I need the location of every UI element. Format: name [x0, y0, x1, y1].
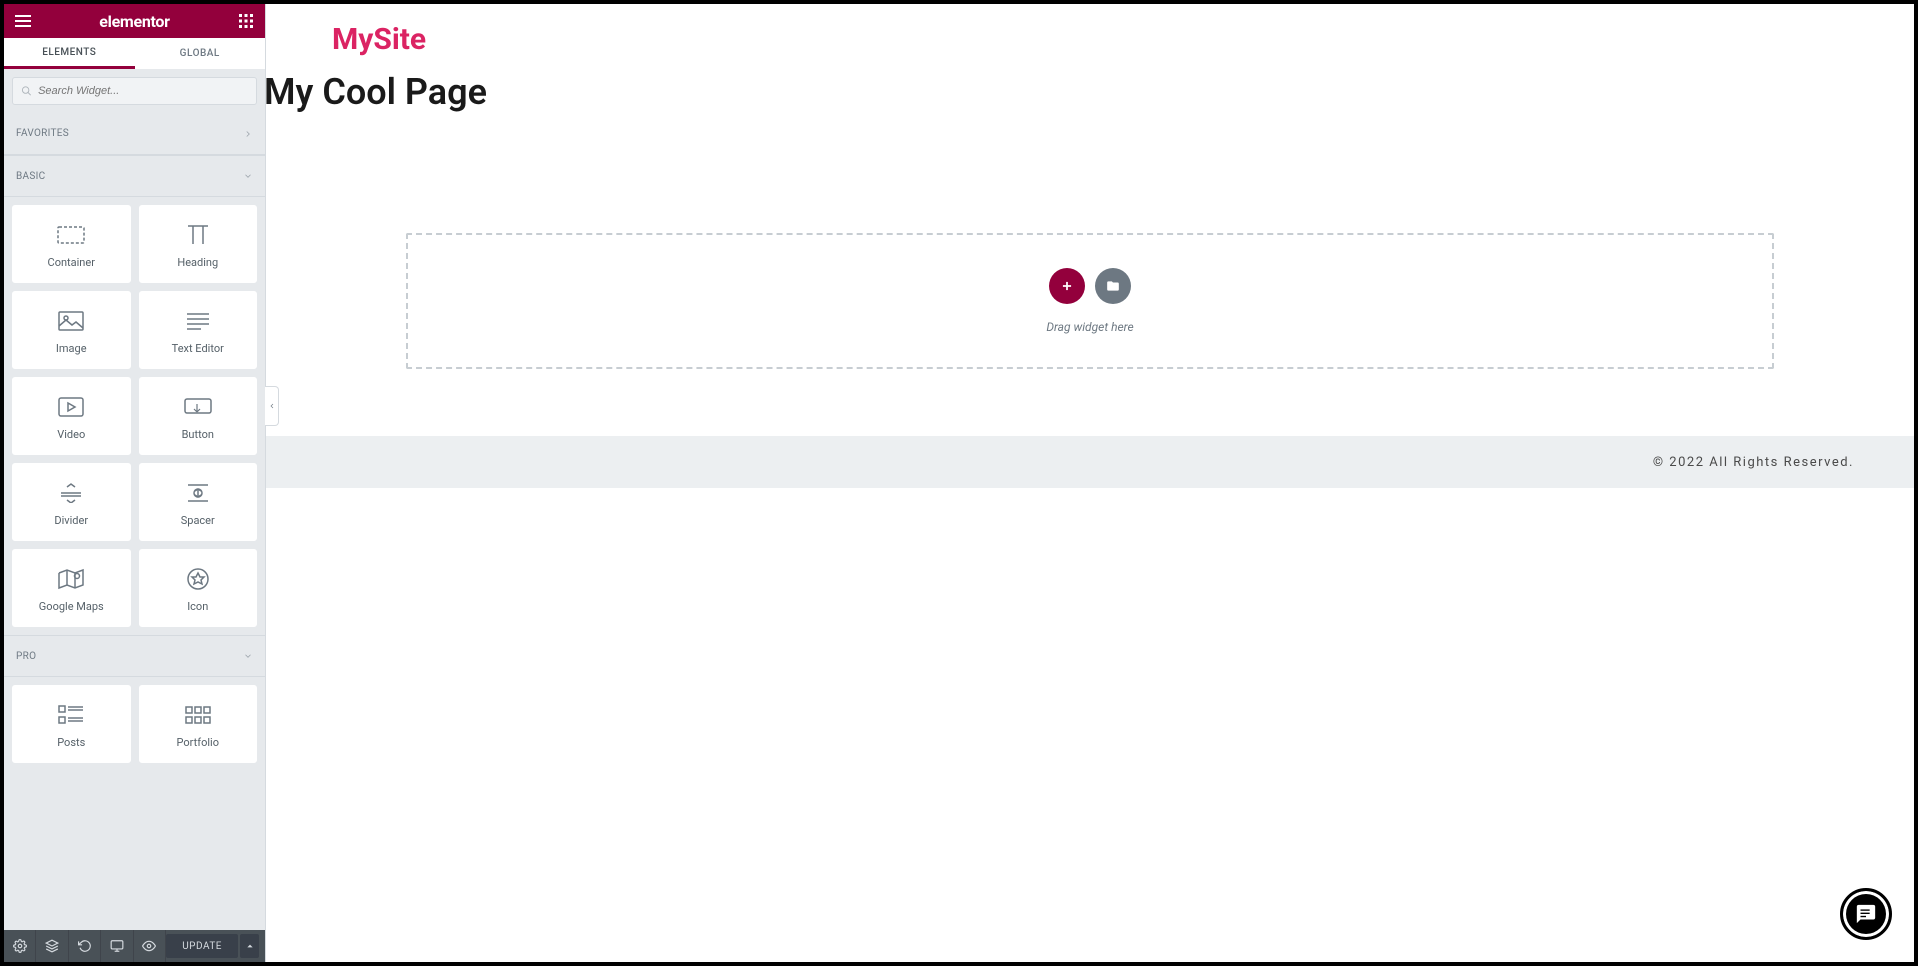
widget-label: Posts	[57, 736, 85, 749]
drop-area[interactable]: Drag widget here	[406, 233, 1774, 369]
search-icon	[21, 85, 32, 97]
panel-footer: UPDATE	[4, 930, 265, 962]
widget-video[interactable]: Video	[12, 377, 131, 455]
search-wrap	[4, 69, 265, 113]
spacer-icon	[186, 478, 210, 508]
editor-canvas: MySite My Cool Page Drag widget here © 2…	[266, 4, 1914, 962]
category-label: PRO	[16, 651, 36, 662]
category-basic[interactable]: BASIC	[4, 155, 265, 197]
widget-button[interactable]: Button	[139, 377, 258, 455]
portfolio-icon	[185, 700, 211, 730]
widget-label: Video	[57, 428, 85, 441]
template-library-button[interactable]	[1095, 268, 1131, 304]
panel-tabs: ELEMENTS GLOBAL	[4, 38, 265, 69]
heading-icon	[184, 220, 212, 250]
search-box[interactable]	[12, 77, 257, 105]
drop-actions	[1049, 268, 1131, 304]
widget-portfolio[interactable]: Portfolio	[139, 685, 258, 763]
chevron-down-icon	[243, 651, 253, 661]
category-label: FAVORITES	[16, 128, 69, 139]
chevron-left-icon	[268, 401, 276, 411]
video-icon	[58, 392, 84, 422]
widget-label: Portfolio	[177, 736, 219, 749]
panel-header: elementor	[4, 4, 265, 38]
navigator-icon[interactable]	[36, 930, 68, 962]
menu-icon[interactable]	[14, 12, 32, 30]
category-label: BASIC	[16, 171, 45, 182]
category-favorites[interactable]: FAVORITES	[4, 113, 265, 155]
button-icon	[184, 392, 212, 422]
image-icon	[58, 306, 84, 336]
widget-spacer[interactable]: Spacer	[139, 463, 258, 541]
widget-label: Divider	[54, 514, 88, 527]
settings-icon[interactable]	[4, 930, 36, 962]
site-footer: © 2022 All Rights Reserved.	[266, 436, 1914, 488]
add-section-button[interactable]	[1049, 268, 1085, 304]
folder-icon	[1106, 279, 1120, 293]
divider-icon	[59, 478, 83, 508]
chevron-right-icon	[243, 129, 253, 139]
tab-elements[interactable]: ELEMENTS	[4, 38, 135, 69]
widget-label: Text Editor	[172, 342, 224, 355]
chat-icon	[1855, 903, 1877, 925]
icon-icon	[186, 564, 210, 594]
widget-label: Heading	[177, 256, 218, 269]
maps-icon	[58, 564, 84, 594]
preview-icon[interactable]	[134, 930, 166, 962]
apps-grid-icon[interactable]	[237, 12, 255, 30]
update-button[interactable]: UPDATE	[166, 934, 238, 958]
chat-fab[interactable]	[1840, 888, 1892, 940]
posts-icon	[58, 700, 84, 730]
chevron-down-icon	[243, 171, 253, 181]
elementor-panel: elementor ELEMENTS GLOBAL FAVORITES	[4, 4, 266, 962]
caret-up-icon	[246, 942, 254, 950]
widget-icon[interactable]: Icon	[139, 549, 258, 627]
page-title: My Cool Page	[266, 65, 1914, 153]
widget-label: Google Maps	[39, 600, 104, 613]
widget-label: Image	[56, 342, 87, 355]
panel-collapse-handle[interactable]	[265, 386, 279, 426]
site-title: MySite	[266, 4, 1914, 65]
widget-texteditor[interactable]: Text Editor	[139, 291, 258, 369]
widget-label: Button	[182, 428, 214, 441]
category-pro[interactable]: PRO	[4, 635, 265, 677]
history-icon[interactable]	[69, 930, 101, 962]
widget-maps[interactable]: Google Maps	[12, 549, 131, 627]
widget-divider[interactable]: Divider	[12, 463, 131, 541]
elementor-logo: elementor	[99, 12, 169, 31]
widget-image[interactable]: Image	[12, 291, 131, 369]
texteditor-icon	[185, 306, 211, 336]
update-options-button[interactable]	[240, 934, 259, 958]
responsive-icon[interactable]	[101, 930, 133, 962]
plus-icon	[1060, 279, 1074, 293]
search-input[interactable]	[38, 85, 248, 97]
footer-text: © 2022 All Rights Reserved.	[1653, 455, 1854, 470]
widget-label: Icon	[187, 600, 208, 613]
widget-container[interactable]: Container	[12, 205, 131, 283]
tab-global[interactable]: GLOBAL	[135, 38, 266, 69]
drop-hint-text: Drag widget here	[1046, 320, 1133, 334]
widget-posts[interactable]: Posts	[12, 685, 131, 763]
widget-label: Spacer	[181, 514, 215, 527]
widget-label: Container	[48, 256, 95, 269]
widget-heading[interactable]: Heading	[139, 205, 258, 283]
container-icon	[57, 220, 85, 250]
